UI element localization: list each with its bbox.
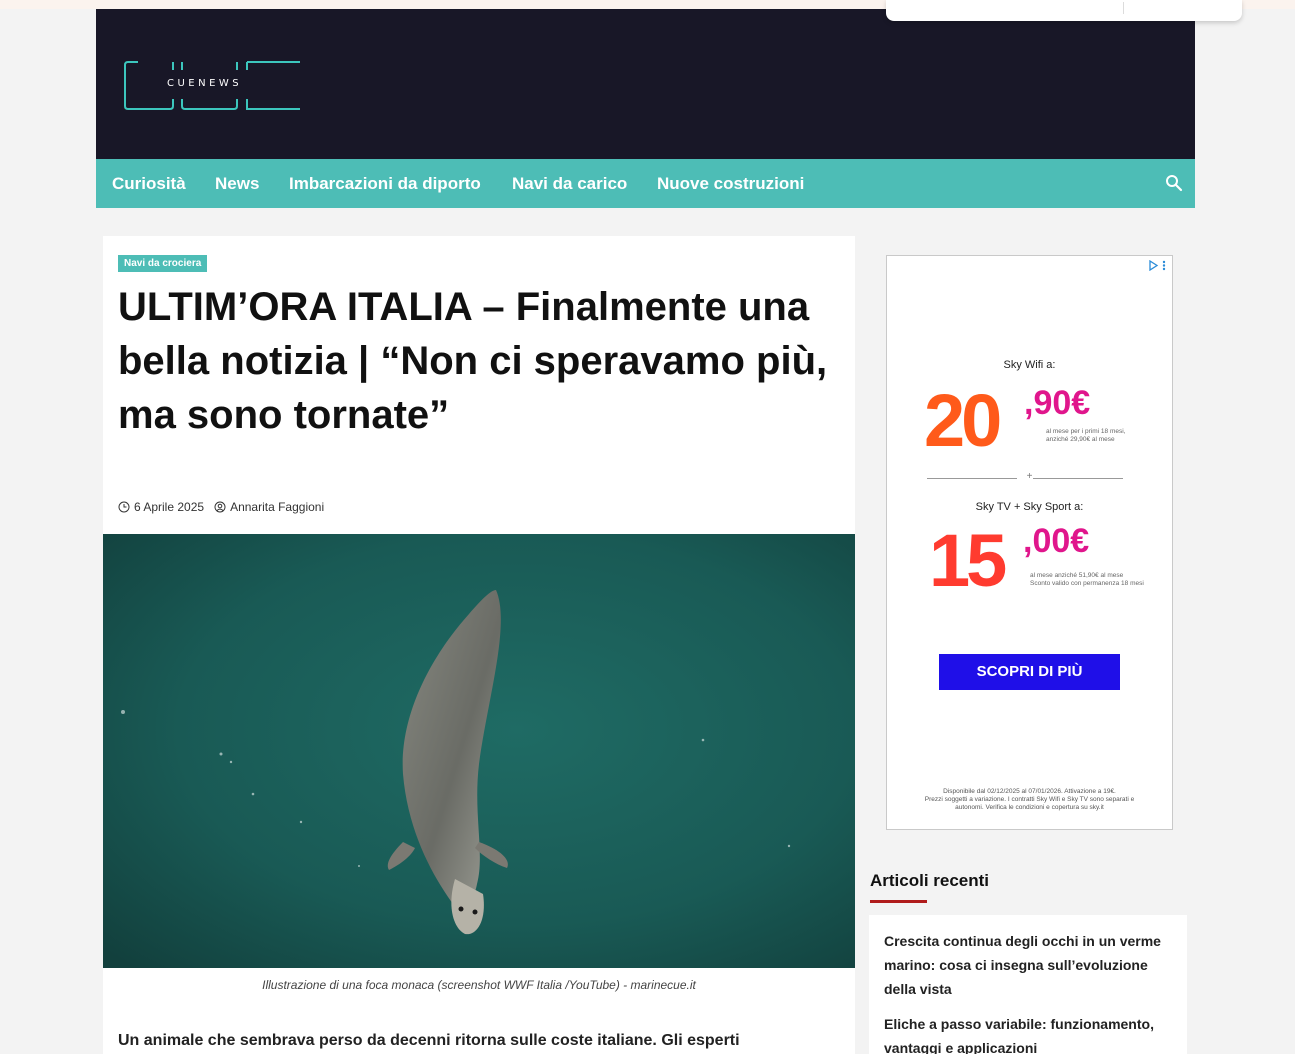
ad-plus-sign: + <box>1026 471 1033 482</box>
hero-image-seal <box>103 534 855 968</box>
popup-divider <box>1123 2 1124 14</box>
article-card: Navi da crociera ULTIM’ORA ITALIA – Fina… <box>103 236 855 1054</box>
site-logo[interactable]: CUENEWS <box>124 61 302 111</box>
popup-fragment <box>886 0 1242 21</box>
ad-divider-right <box>1033 478 1123 479</box>
offer1-note-line2: anziché 29,90€ al mese <box>1046 436 1115 443</box>
offer2-price-int: 15 <box>929 519 1007 602</box>
clock-icon <box>118 501 130 513</box>
article-intro: Un animale che sembrava perso da decenni… <box>118 1032 740 1049</box>
ad-cta-button[interactable]: SCOPRI DI PIÙ <box>939 654 1120 690</box>
image-caption: Illustrazione di una foca monaca (screen… <box>262 978 696 992</box>
offer2-price-dec: ,00€ <box>1023 522 1090 560</box>
adchoices-icon[interactable] <box>1148 260 1166 271</box>
offer1-note: al mese per i primi 18 mesi, anziché 29,… <box>1046 428 1125 444</box>
author-wrap: Annarita Faggioni <box>214 500 324 514</box>
category-badge[interactable]: Navi da crociera <box>118 255 208 272</box>
search-icon[interactable] <box>1165 174 1183 192</box>
article-date[interactable]: 6 Aprile 2025 <box>134 500 204 514</box>
article-author[interactable]: Annarita Faggioni <box>230 500 324 514</box>
ad-legal-line3: autonomi. Verifica le condizioni e coper… <box>955 804 1104 811</box>
recent-article-link-1[interactable]: Crescita continua degli occhi in un verm… <box>884 929 1174 1001</box>
offer1-price-dec: ,90€ <box>1024 384 1091 422</box>
nav-item-nuove-costruzioni[interactable]: Nuove costruzioni <box>657 174 804 194</box>
user-icon <box>214 501 226 513</box>
offer2-label: Sky TV + Sky Sport a: <box>975 501 1084 513</box>
recent-articles-underline <box>870 900 927 903</box>
sky-ad-banner[interactable]: Sky Wifi a: 20 ,90€ al mese per i primi … <box>886 255 1173 830</box>
article-title: ULTIM’ORA ITALIA – Finalmente una bella … <box>118 285 828 437</box>
article-meta: 6 Aprile 2025 Annarita Faggioni <box>118 500 324 514</box>
kebab-menu-icon <box>1162 260 1166 271</box>
offer1-note-line1: al mese per i primi 18 mesi, <box>1046 428 1126 435</box>
offer2-note: al mese anziché 51,90€ al mese Sconto va… <box>1030 572 1144 588</box>
logo-text: CUENEWS <box>167 78 243 89</box>
site-header: CUENEWS <box>96 9 1195 159</box>
nav-item-news[interactable]: News <box>215 174 259 194</box>
recent-articles-heading: Articoli recenti <box>870 871 990 890</box>
play-triangle-icon <box>1149 260 1159 271</box>
offer2-note-line2: Sconto valido con permanenza 18 mesi <box>1030 580 1144 587</box>
offer1-label: Sky Wifi a: <box>1003 359 1056 371</box>
recent-articles-list: Crescita continua degli occhi in un verm… <box>869 915 1187 1054</box>
ad-legal-line2: Prezzi soggetti a variazione. I contratt… <box>924 796 1135 803</box>
main-nav: Curiosità News Imbarcazioni da diporto N… <box>96 159 1195 208</box>
ad-legal-line1: Disponibile dal 02/12/2025 al 07/01/2026… <box>943 788 1116 795</box>
recent-article-link-2[interactable]: Eliche a passo variabile: funzionamento,… <box>884 1012 1174 1054</box>
nav-item-curiosita[interactable]: Curiosità <box>112 174 186 194</box>
nav-item-imbarcazioni[interactable]: Imbarcazioni da diporto <box>289 174 481 194</box>
ad-legal-text: Disponibile dal 02/12/2025 al 07/01/2026… <box>893 788 1166 812</box>
nav-item-navi-da-carico[interactable]: Navi da carico <box>512 174 627 194</box>
offer2-note-line1: al mese anziché 51,90€ al mese <box>1030 572 1124 579</box>
offer1-price-int: 20 <box>924 379 1002 462</box>
